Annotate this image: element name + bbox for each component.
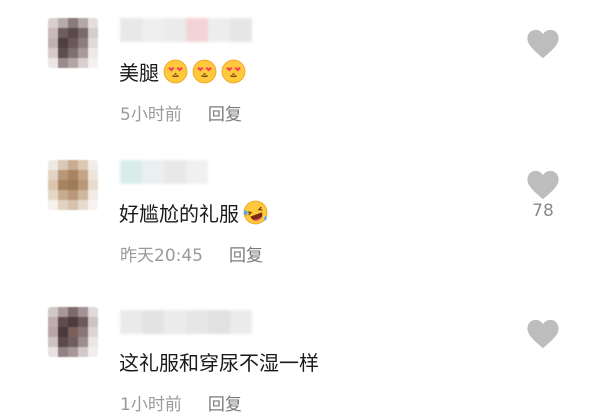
reply-button[interactable]: 回复 [208, 100, 242, 125]
heart-eyes-emoji-icon [192, 59, 217, 84]
comment-meta: 昨天20:45 回复 [120, 241, 263, 266]
comment-text: 这礼服和穿尿不湿一样 [119, 347, 319, 376]
comment-text-content: 美腿 [119, 61, 159, 85]
laughing-crying-emoji-icon [243, 200, 268, 225]
reply-button[interactable]: 回复 [208, 390, 242, 415]
comment-time: 5小时前 [120, 105, 182, 125]
comment-meta: 1小时前 回复 [120, 390, 242, 415]
username-blurred[interactable] [120, 310, 252, 334]
username-blurred[interactable] [120, 160, 208, 184]
username-blurred[interactable] [120, 18, 252, 42]
heart-eyes-emoji-icon [221, 59, 246, 84]
avatar[interactable] [48, 160, 98, 210]
heart-eyes-emoji-icon [163, 59, 188, 84]
avatar[interactable] [48, 18, 98, 68]
comment-text-content: 这礼服和穿尿不湿一样 [119, 351, 319, 375]
comment-text: 好尴尬的礼服 [119, 198, 268, 227]
comment-time: 1小时前 [120, 395, 182, 415]
heart-icon[interactable] [526, 28, 560, 60]
heart-icon[interactable] [526, 318, 560, 350]
heart-icon[interactable] [526, 169, 560, 201]
avatar[interactable] [48, 307, 98, 357]
comment-text: 美腿 [119, 57, 246, 86]
like-count: 78 [532, 201, 554, 221]
comment-time: 昨天20:45 [120, 246, 203, 266]
comment-meta: 5小时前 回复 [120, 100, 242, 125]
reply-button[interactable]: 回复 [229, 241, 263, 266]
comment-text-content: 好尴尬的礼服 [119, 202, 239, 226]
